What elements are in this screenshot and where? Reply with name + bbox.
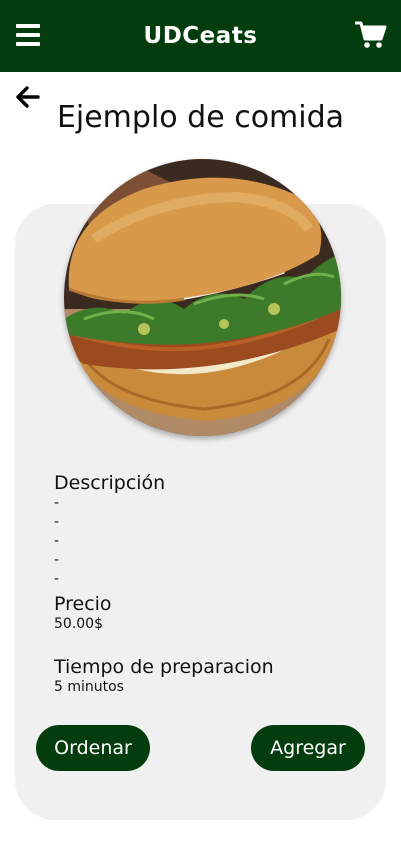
food-details: Descripción - - - - - Precio 50.00$ Tiem…	[54, 472, 354, 697]
description-line: -	[54, 514, 60, 530]
add-to-cart-button[interactable]: Agregar	[251, 725, 365, 771]
prep-time-label: Tiempo de preparacion	[54, 656, 274, 678]
description-line: -	[54, 495, 60, 511]
menu-icon[interactable]	[16, 24, 40, 46]
description-line: -	[54, 571, 60, 587]
prep-time-value: 5 minutos	[54, 679, 124, 695]
order-button[interactable]: Ordenar	[36, 725, 150, 771]
page-title: Ejemplo de comida	[56, 100, 345, 135]
app-bar: UDCeats	[0, 0, 401, 72]
price-value: 50.00$	[54, 616, 103, 632]
description-lines: - - - - -	[54, 494, 354, 589]
cart-icon[interactable]	[354, 20, 387, 50]
app-title: UDCeats	[143, 23, 258, 49]
description-line: -	[54, 552, 60, 568]
food-image	[64, 159, 341, 436]
description-label: Descripción	[54, 472, 166, 494]
description-line: -	[54, 533, 60, 549]
price-label: Precio	[54, 593, 112, 615]
